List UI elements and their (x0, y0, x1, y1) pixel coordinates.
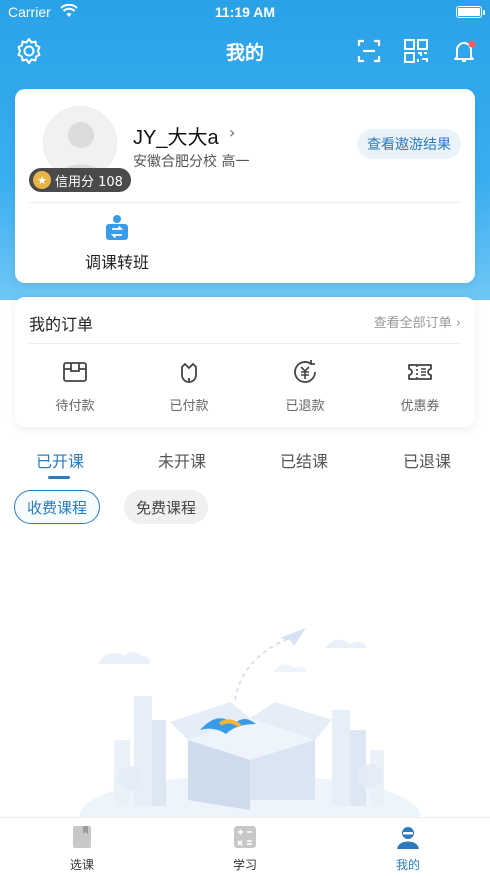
credit-score-label: 信用分 108 (55, 174, 123, 190)
refund-icon (294, 360, 316, 383)
tab-finished[interactable]: 已结课 (280, 448, 328, 472)
notification-bell-icon[interactable] (449, 36, 479, 66)
profile-card: ★ 信用分 108 JY_大大a › 安徽合肥分校 高一 查看遨游结果 调课转班 (15, 89, 475, 283)
course-status-tabs: 已开课 未开课 已结课 已退课 (0, 444, 490, 479)
qr-code-icon[interactable] (401, 36, 431, 66)
course-select-icon (73, 826, 91, 848)
tab-started[interactable]: 已开课 (36, 448, 84, 472)
tab-withdrawn[interactable]: 已退课 (403, 448, 451, 472)
orders-card: 我的订单 查看全部订单 › 待付款 已付款 已退款 优惠券 (15, 297, 475, 427)
credit-score-badge[interactable]: ★ 信用分 108 (29, 168, 131, 192)
paid-courses-filter[interactable]: 收费课程 (14, 490, 101, 524)
scan-icon[interactable] (354, 36, 384, 66)
tab-label: 学习 (232, 858, 257, 872)
pending-payment-icon (63, 362, 87, 382)
chevron-right-icon[interactable]: › (229, 123, 235, 142)
tab-course-select[interactable]: 选课 (42, 824, 122, 873)
tab-label: 我的 (395, 858, 420, 872)
active-tab-indicator (48, 476, 70, 479)
divider (29, 202, 461, 203)
study-icon (234, 826, 256, 848)
order-label: 已付款 (169, 399, 209, 414)
coupon-icon (408, 364, 432, 380)
user-name[interactable]: JY_大大a (133, 121, 219, 150)
orders-title: 我的订单 (29, 315, 94, 334)
transfer-label: 调课转班 (84, 253, 149, 272)
user-school: 安徽合肥分校 高一 (133, 154, 250, 170)
free-courses-filter[interactable]: 免费课程 (124, 490, 209, 524)
order-coupon[interactable]: 优惠券 (380, 357, 460, 414)
view-all-orders-link[interactable]: 查看全部订单 › (374, 312, 461, 331)
divider (29, 343, 461, 344)
order-label: 优惠券 (400, 399, 440, 414)
order-label: 已退款 (285, 399, 325, 414)
view-results-button[interactable]: 查看遨游结果 (357, 129, 461, 159)
transfer-class-button[interactable]: 调课转班 (77, 213, 157, 273)
tab-profile[interactable]: 我的 (368, 824, 448, 873)
profile-icon (397, 827, 419, 849)
tab-label: 选课 (69, 858, 94, 872)
tab-not-started[interactable]: 未开课 (158, 448, 206, 472)
order-paid[interactable]: 已付款 (149, 357, 229, 414)
nav-bar: 我的 (0, 30, 490, 72)
bottom-tab-bar: 选课 学习 我的 (0, 817, 490, 876)
order-label: 待付款 (55, 399, 95, 414)
order-pending-payment[interactable]: 待付款 (35, 357, 115, 414)
order-refunded[interactable]: 已退款 (265, 357, 345, 414)
empty-state-illustration (80, 628, 420, 820)
battery-icon (456, 6, 485, 18)
status-bar: Carrier 11:19 AM (0, 0, 490, 26)
paid-icon (181, 363, 197, 383)
transfer-icon (106, 215, 128, 240)
tab-study[interactable]: 学习 (205, 824, 285, 873)
clock: 11:19 AM (214, 4, 276, 20)
star-icon: ★ (33, 171, 51, 189)
